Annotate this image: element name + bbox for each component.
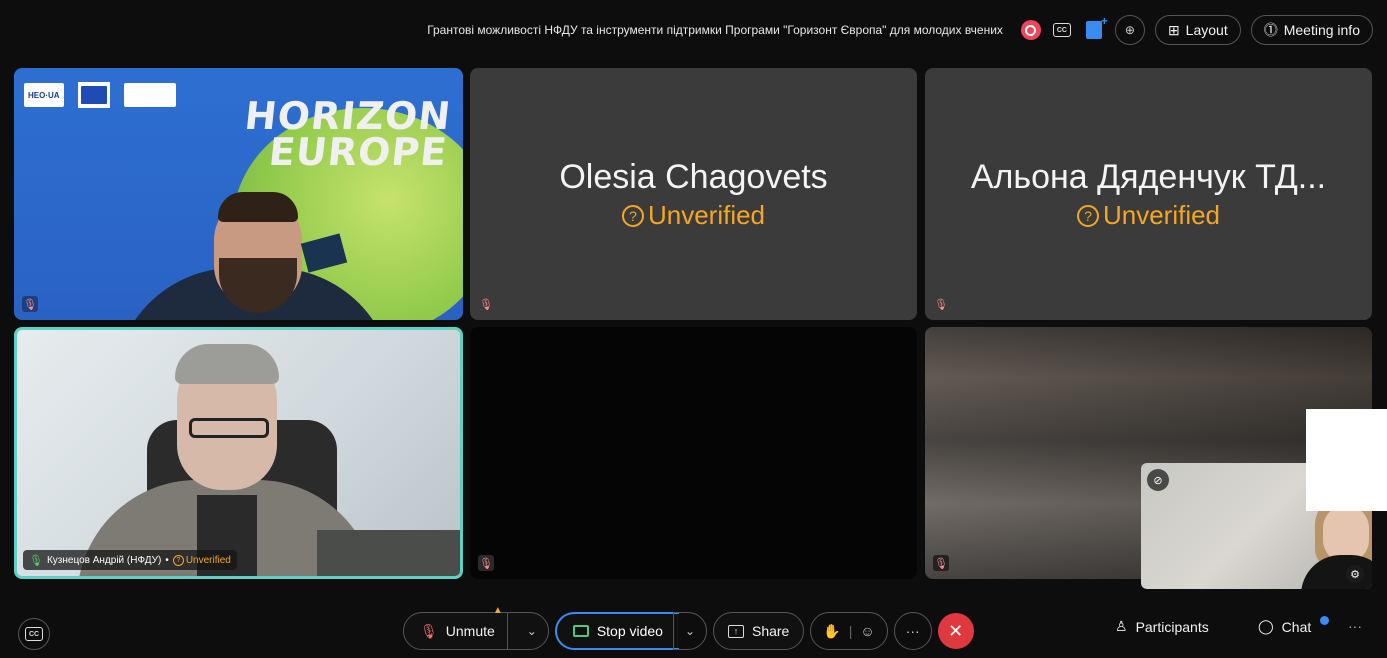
overflow-menu-button[interactable]: ··· [1348, 618, 1362, 634]
unmute-control: 🎙 Unmute ▲ ⌄ [403, 605, 549, 650]
video-tile-camera-off[interactable]: 🎙 [470, 327, 917, 579]
logo-strip: HEO·UA [24, 82, 176, 108]
partner-logo [123, 83, 176, 107]
record-icon[interactable] [1020, 20, 1041, 40]
white-overlay [1306, 409, 1387, 511]
speaker-glasses [189, 418, 269, 438]
meeting-window: Грантові можливості НФДУ та інструменти … [0, 0, 1387, 658]
speaker-hair [175, 344, 279, 384]
top-bar: Грантові можливості НФДУ та інструменти … [427, 12, 1373, 48]
chat-notification-dot [1320, 616, 1329, 625]
muted-mic-icon: 🎙 [479, 298, 493, 311]
participants-button[interactable]: ♙ Participants [1115, 618, 1209, 635]
layout-label: Layout [1185, 22, 1228, 38]
stop-video-label: Stop video [596, 623, 663, 639]
video-tile-active-speaker[interactable]: 🎙 Кузнецов Андрій (НФДУ) • ? Unverified [14, 327, 463, 579]
video-control: Stop video ⌄ [554, 612, 707, 650]
share-label: Share [751, 623, 790, 639]
leave-meeting-button[interactable]: ✕ [937, 613, 974, 649]
question-icon: ? [1076, 204, 1099, 227]
layout-button[interactable]: ⊞ Layout [1154, 15, 1241, 45]
presenter-hair [218, 192, 298, 222]
meeting-info-button[interactable]: ⓵ Meeting info [1250, 15, 1373, 45]
emoji-icon[interactable]: ☺ [860, 623, 874, 639]
layout-icon: ⊞ [1167, 21, 1180, 38]
status-label: Unverified [185, 554, 231, 566]
bottom-toolbar: CC 🎙 Unmute ▲ ⌄ Stop video ⌄ ↑ Share ✋ |… [0, 605, 1387, 658]
closed-caption-icon: CC [25, 627, 43, 641]
notes-doc-icon [1085, 14, 1108, 39]
pin-icon[interactable]: ⊘ [1147, 469, 1169, 491]
video-tile-alona[interactable]: Альона Дяденчук ТД... ? Unverified 🎙 [925, 68, 1372, 320]
captions-button[interactable]: CC [18, 618, 50, 650]
unverified-status: ? Unverified [925, 200, 1372, 231]
muted-mic-icon: 🎙 [934, 298, 948, 311]
meeting-title: Грантові можливості НФДУ та інструменти … [427, 23, 1003, 37]
notes-icon[interactable] [1083, 14, 1108, 41]
muted-mic-icon: 🎙 [420, 622, 438, 639]
unmute-label: Unmute [445, 623, 495, 639]
status-label: Unverified [1102, 200, 1221, 230]
desk [317, 530, 460, 576]
horizon-europe-banner: HORIZON EUROPE [239, 94, 454, 174]
muted-mic-icon: 🎙 [478, 555, 494, 571]
cc-label: CC [1052, 23, 1071, 37]
video-camera-icon [572, 625, 589, 637]
heo-logo: HEO·UA [24, 83, 64, 107]
participant-name: Альона Дяденчук ТД... [970, 158, 1327, 196]
mic-active-icon: 🎙 [29, 554, 43, 567]
share-button[interactable]: ↑ Share [712, 612, 805, 650]
reactions-group: ✋ | ☺ [810, 612, 888, 650]
chat-icon: ◯ [1258, 618, 1274, 634]
banner-line-2: EUROPE [266, 130, 450, 174]
closed-caption-icon[interactable]: CC [1051, 19, 1073, 41]
video-tile-presenter[interactable]: HORIZON EUROPE HEO·UA 🎙 [14, 68, 463, 320]
eu-flag-logo [77, 82, 110, 108]
zoom-icon[interactable]: ⊕ [1114, 15, 1145, 45]
info-icon: ⓵ [1263, 22, 1278, 38]
divider: | [848, 623, 853, 639]
banner-line-1: HORIZON [242, 94, 454, 138]
meeting-info-label: Meeting info [1283, 22, 1360, 38]
warning-icon: ▲ [492, 605, 503, 616]
meeting-controls: 🎙 Unmute ▲ ⌄ Stop video ⌄ ↑ Share ✋ | ☺ … [403, 605, 974, 650]
question-icon: ? [621, 204, 644, 227]
participant-name: Olesia Chagovets [559, 158, 828, 196]
chat-label: Chat [1281, 618, 1312, 635]
separator: • [165, 554, 169, 566]
more-options-button[interactable]: ··· [893, 612, 932, 650]
chevron-down-icon[interactable]: ⌄ [672, 612, 707, 650]
participants-label: Participants [1135, 618, 1209, 635]
chevron-down-icon[interactable]: ⌄ [516, 613, 548, 649]
stop-video-button[interactable]: Stop video [554, 612, 679, 650]
raise-hand-icon[interactable]: ✋ [823, 623, 840, 640]
chat-button[interactable]: ◯ Chat [1258, 618, 1311, 635]
video-tile-olesia[interactable]: Olesia Chagovets ? Unverified 🎙 [470, 68, 917, 320]
muted-mic-icon: 🎙 [933, 555, 949, 571]
status-label: Unverified [647, 200, 766, 230]
question-icon: ? [172, 554, 184, 566]
muted-mic-icon: 🎙 [22, 296, 38, 312]
share-screen-icon: ↑ [727, 624, 744, 638]
unverified-status: ? Unverified [172, 554, 231, 566]
unverified-status: ? Unverified [470, 200, 917, 231]
participants-icon: ♙ [1115, 618, 1128, 634]
speaker-name-tag: 🎙 Кузнецов Андрій (НФДУ) • ? Unverified [23, 550, 237, 570]
unmute-button[interactable]: 🎙 Unmute ▲ [404, 605, 508, 649]
gear-icon[interactable]: ⚙ [1346, 565, 1364, 583]
speaker-name: Кузнецов Андрій (НФДУ) [46, 554, 162, 566]
